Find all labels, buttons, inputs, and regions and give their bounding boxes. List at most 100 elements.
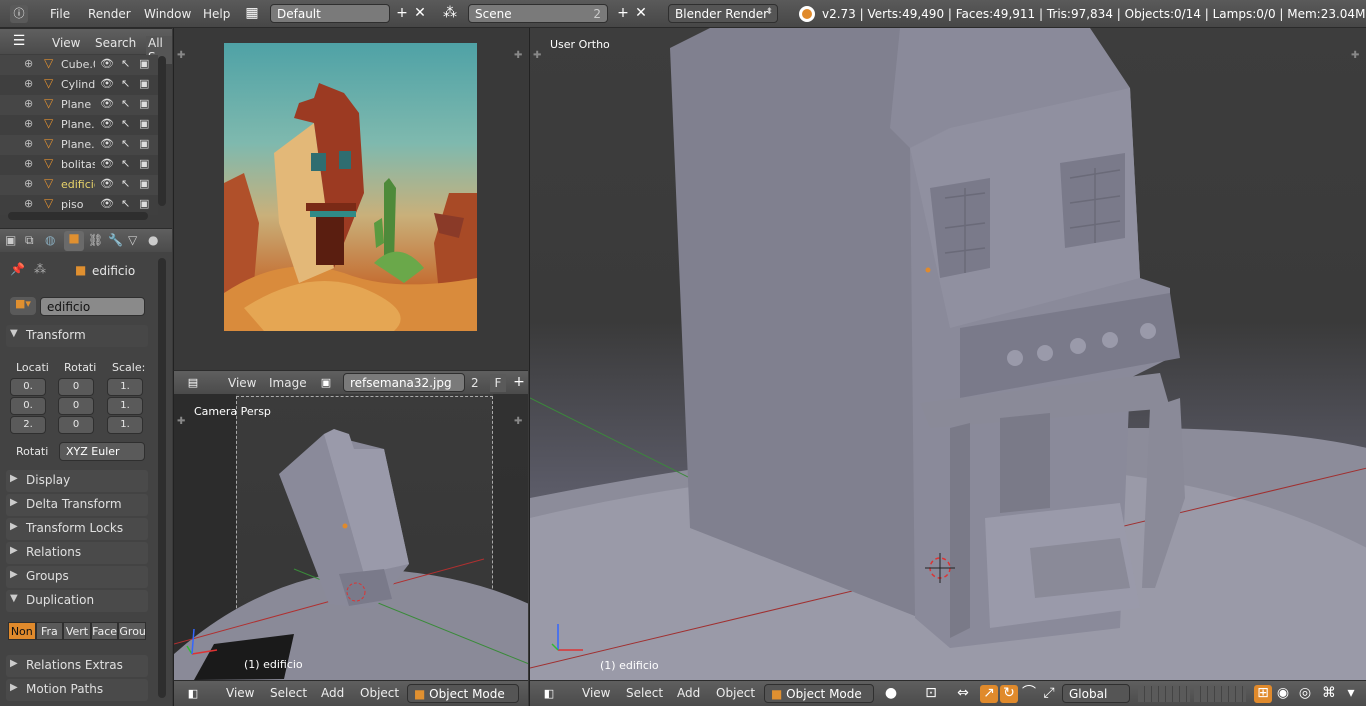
image-menu-view[interactable]: View bbox=[228, 376, 256, 390]
render-camera-icon[interactable]: ▣ bbox=[139, 177, 149, 190]
pivot-icon[interactable]: ⊡ bbox=[922, 685, 940, 703]
select-cursor-icon[interactable]: ↖ bbox=[121, 197, 130, 210]
image-menu-image[interactable]: Image bbox=[269, 376, 307, 390]
section-delta-transform[interactable]: ▶ Delta Transform bbox=[6, 494, 148, 516]
scale-y-field[interactable]: 1. bbox=[107, 397, 143, 415]
render-preview-icon[interactable]: ◉ bbox=[1274, 685, 1292, 703]
cam-menu-add[interactable]: Add bbox=[321, 686, 344, 700]
expand-icon[interactable]: ⊕ bbox=[24, 157, 33, 170]
motion-paths-section[interactable]: ▶ Motion Paths bbox=[6, 679, 148, 701]
add-scene-icon[interactable]: + bbox=[614, 5, 632, 23]
transform-section[interactable]: ▼ Transform bbox=[6, 325, 148, 347]
select-cursor-icon[interactable]: ↖ bbox=[121, 137, 130, 150]
render-camera-icon[interactable]: ▣ bbox=[139, 137, 149, 150]
outliner-row[interactable]: ⊕ ▽ Plane 👁 ↖ ▣ bbox=[0, 95, 158, 115]
rotation-mode-select[interactable]: XYZ Euler bbox=[59, 442, 145, 461]
rotation-y-field[interactable]: 0 bbox=[58, 397, 94, 415]
fake-user-button[interactable]: F bbox=[490, 374, 506, 392]
close-layout-icon[interactable]: ✕ bbox=[411, 5, 429, 23]
select-cursor-icon[interactable]: ↖ bbox=[121, 57, 130, 70]
properties-scrollbar[interactable] bbox=[158, 258, 166, 698]
corner-plus-icon[interactable]: ✚ bbox=[533, 50, 541, 61]
main-mode-select[interactable]: ■ Object Mode bbox=[764, 684, 874, 703]
main-3d-viewport[interactable]: User Ortho ✚ ✚ (1) edificio bbox=[529, 28, 1366, 680]
object-name-field[interactable]: edificio bbox=[40, 297, 145, 316]
rotate-manipulator-icon[interactable]: ↻ bbox=[1000, 685, 1018, 703]
outliner-item-label[interactable]: piso bbox=[61, 198, 95, 211]
duplication-option[interactable]: Vert bbox=[63, 622, 91, 640]
visibility-eye-icon[interactable]: 👁 bbox=[100, 137, 114, 150]
section-relations[interactable]: ▶ Relations bbox=[6, 542, 148, 564]
outliner-item-label[interactable]: Cylinde bbox=[61, 78, 95, 91]
image-browse-icon[interactable]: ▣ bbox=[317, 374, 335, 392]
visibility-eye-icon[interactable]: 👁 bbox=[100, 197, 114, 210]
outliner-item-label[interactable]: Plane.0 bbox=[61, 138, 95, 151]
info-editor-icon[interactable]: ⓘ bbox=[10, 5, 28, 23]
scene-field[interactable]: Scene 2 bbox=[468, 4, 608, 23]
section-display[interactable]: ▶ Display bbox=[6, 470, 148, 492]
scene-icon[interactable]: ⁂ bbox=[441, 5, 459, 23]
select-cursor-icon[interactable]: ↖ bbox=[121, 97, 130, 110]
main-menu-view[interactable]: View bbox=[582, 686, 610, 700]
duplication-section[interactable]: ▼ Duplication bbox=[6, 590, 148, 612]
duplication-option[interactable]: Fra bbox=[35, 622, 64, 640]
manipulator-toggle-icon[interactable]: ⇔ bbox=[954, 685, 972, 703]
location-y-field[interactable]: 0. bbox=[10, 397, 46, 415]
expand-icon[interactable]: ⊕ bbox=[24, 117, 33, 130]
menu-render[interactable]: Render bbox=[88, 7, 131, 21]
outliner-row[interactable]: ⊕ ▽ edificio 👁 ↖ ▣ bbox=[0, 175, 158, 195]
outliner-item-label[interactable]: Plane.0 bbox=[61, 118, 95, 131]
outliner-editor-icon[interactable]: ☰ bbox=[10, 33, 28, 51]
modifiers-tab-icon[interactable]: 🔧 bbox=[108, 233, 123, 247]
orientation-select[interactable]: Global bbox=[1062, 684, 1130, 703]
new-image-icon[interactable]: + bbox=[510, 374, 528, 392]
visibility-eye-icon[interactable]: 👁 bbox=[100, 77, 114, 90]
corner-plus-icon[interactable]: ✚ bbox=[514, 50, 522, 61]
duplication-option[interactable]: Grou bbox=[118, 622, 146, 640]
corner-plus-icon[interactable]: ✚ bbox=[177, 416, 185, 427]
constraints-tab-icon[interactable]: ⛓ bbox=[88, 233, 103, 247]
object-datablock-icon[interactable]: ■▾ bbox=[10, 297, 36, 315]
scale-z-field[interactable]: 1. bbox=[107, 416, 143, 434]
scene-tab-icon[interactable]: ◍ bbox=[45, 233, 55, 247]
expand-icon[interactable]: ⊕ bbox=[24, 177, 33, 190]
material-tab-icon[interactable]: ● bbox=[148, 233, 158, 247]
screen-layout-field[interactable]: Default bbox=[270, 4, 390, 23]
render-camera-icon[interactable]: ▣ bbox=[139, 117, 149, 130]
snap-icon[interactable]: ⌘ bbox=[1320, 685, 1338, 703]
expand-icon[interactable]: ⊕ bbox=[24, 97, 33, 110]
main-menu-add[interactable]: Add bbox=[677, 686, 700, 700]
scale-manipulator-icon[interactable]: ⤢ bbox=[1040, 685, 1058, 703]
select-cursor-icon[interactable]: ↖ bbox=[121, 177, 130, 190]
data-tab-icon[interactable]: ▽ bbox=[128, 233, 137, 247]
outliner-row[interactable]: ⊕ ▽ Cube.0 👁 ↖ ▣ bbox=[0, 55, 158, 75]
pin-icon[interactable]: 📌 bbox=[10, 262, 25, 276]
shading-solid-icon[interactable]: ● bbox=[882, 685, 900, 703]
render-camera-icon[interactable]: ▣ bbox=[139, 77, 149, 90]
outliner-row[interactable]: ⊕ ▽ Plane.0 👁 ↖ ▣ bbox=[0, 135, 158, 155]
menu-file[interactable]: File bbox=[50, 7, 70, 21]
cam-menu-select[interactable]: Select bbox=[270, 686, 307, 700]
outliner-row[interactable]: ⊕ ▽ bolitas 👁 ↖ ▣ bbox=[0, 155, 158, 175]
outliner-row[interactable]: ⊕ ▽ Cylinde 👁 ↖ ▣ bbox=[0, 75, 158, 95]
visibility-eye-icon[interactable]: 👁 bbox=[100, 117, 114, 130]
visibility-eye-icon[interactable]: 👁 bbox=[100, 177, 114, 190]
layers-grid-2[interactable] bbox=[1194, 686, 1246, 702]
location-z-field[interactable]: 2. bbox=[10, 416, 46, 434]
object-tab-icon[interactable]: ■ bbox=[64, 231, 84, 251]
main-menu-object[interactable]: Object bbox=[716, 686, 755, 700]
outliner-scrollbar[interactable] bbox=[158, 56, 166, 206]
select-cursor-icon[interactable]: ↖ bbox=[121, 157, 130, 170]
render-camera-icon[interactable]: ▣ bbox=[139, 57, 149, 70]
cam-menu-view[interactable]: View bbox=[226, 686, 254, 700]
location-x-field[interactable]: 0. bbox=[10, 378, 46, 396]
outliner-menu-view[interactable]: View bbox=[52, 36, 80, 50]
layers-grid-1[interactable] bbox=[1138, 686, 1190, 702]
proportional-edit-icon[interactable]: ◎ bbox=[1296, 685, 1314, 703]
view3d-editor-icon[interactable]: ◧ bbox=[540, 685, 558, 703]
outliner-item-label[interactable]: Cube.0 bbox=[61, 58, 95, 71]
outliner-h-scrollbar[interactable] bbox=[8, 212, 148, 220]
render-layers-tab-icon[interactable]: ⧉ bbox=[25, 233, 34, 248]
outliner-row[interactable]: ⊕ ▽ Plane.0 👁 ↖ ▣ bbox=[0, 115, 158, 135]
cam-mode-select[interactable]: ■ Object Mode bbox=[407, 684, 519, 703]
